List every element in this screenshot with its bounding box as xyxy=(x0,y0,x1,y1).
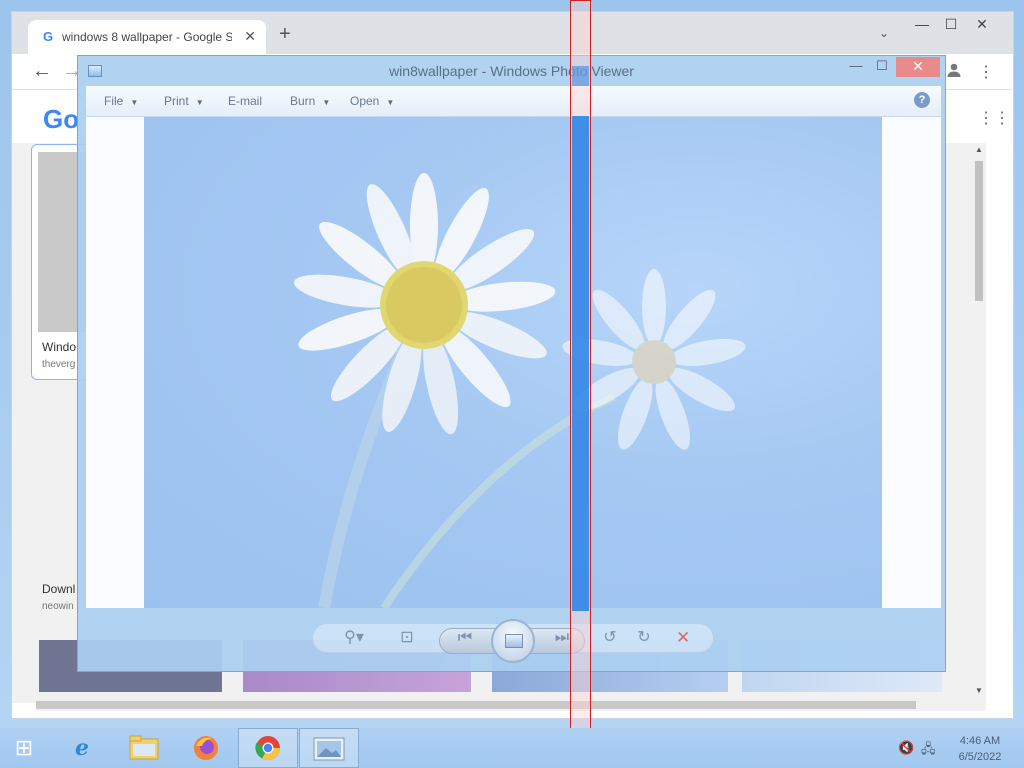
menu-label: Print xyxy=(164,94,189,108)
delete-icon[interactable]: ✕ xyxy=(676,628,690,648)
start-button[interactable]: ⊞ xyxy=(0,728,48,768)
folder-icon xyxy=(114,728,174,768)
volume-muted-icon[interactable]: 🔇 xyxy=(898,740,914,756)
highlight-segment xyxy=(572,66,589,86)
result-source: neowin xyxy=(42,601,74,612)
photo-viewer-icon xyxy=(300,729,358,768)
system-clock[interactable]: 4:46 AM 6/5/2022 xyxy=(950,733,1010,765)
tab-strip: G windows 8 wallpaper - Google S ✕ + ⌄ —… xyxy=(12,12,1013,54)
tab-title: windows 8 wallpaper - Google S xyxy=(62,30,232,44)
chrome-menu-icon[interactable]: ⋮ xyxy=(978,62,994,82)
chrome-icon xyxy=(239,729,297,768)
chevron-down-icon: ▼ xyxy=(322,98,331,107)
title-bar[interactable]: win8wallpaper - Windows Photo Viewer — ☐… xyxy=(78,56,945,86)
google-logo[interactable]: Go xyxy=(43,104,79,135)
menu-email[interactable]: E-mail xyxy=(228,94,262,108)
clock-date: 6/5/2022 xyxy=(958,751,1002,763)
zoom-icon[interactable]: ⚲▾ xyxy=(336,628,372,648)
tab-google-search[interactable]: G windows 8 wallpaper - Google S ✕ xyxy=(28,20,266,54)
network-icon[interactable]: 🖧 xyxy=(921,740,936,762)
menu-open[interactable]: Open ▼ xyxy=(350,94,394,108)
chevron-down-icon: ▼ xyxy=(195,98,204,107)
highlight-overlay xyxy=(570,0,591,731)
menu-label: E-mail xyxy=(228,94,263,108)
windows-logo-icon: ⊞ xyxy=(14,735,34,760)
clock-time: 4:46 AM xyxy=(959,735,1001,747)
menu-file[interactable]: File ▼ xyxy=(104,94,138,108)
menu-label: Open xyxy=(350,94,380,108)
back-icon[interactable]: ← xyxy=(32,60,52,83)
chevron-down-icon: ▼ xyxy=(386,98,395,107)
previous-icon[interactable]: ⏮ xyxy=(452,628,478,648)
taskbar-firefox[interactable] xyxy=(176,728,236,768)
menu-burn[interactable]: Burn ▼ xyxy=(290,94,330,108)
menu-print[interactable]: Print ▼ xyxy=(164,94,204,108)
new-tab-button[interactable]: + xyxy=(279,24,291,44)
close-button[interactable]: ✕ xyxy=(967,14,997,36)
maximize-button[interactable]: ☐ xyxy=(870,57,894,77)
vertical-scrollbar[interactable]: ▲ ▼ xyxy=(972,143,986,698)
scrollbar-thumb[interactable] xyxy=(36,701,916,709)
image-viewport xyxy=(86,117,941,608)
google-icon: G xyxy=(42,29,54,44)
account-icon[interactable] xyxy=(946,62,962,83)
scrollbar-thumb[interactable] xyxy=(975,161,983,301)
close-button[interactable]: ✕ xyxy=(896,57,940,77)
result-title[interactable]: Windo xyxy=(42,340,76,354)
scroll-down-icon[interactable]: ▼ xyxy=(975,686,983,695)
maximize-button[interactable]: ☐ xyxy=(936,14,966,36)
photo-viewer-window: win8wallpaper - Windows Photo Viewer — ☐… xyxy=(77,55,946,672)
result-source: theverg xyxy=(42,359,76,370)
chevron-down-icon: ▼ xyxy=(130,98,139,107)
help-icon[interactable]: ? xyxy=(914,92,930,108)
taskbar-internet-explorer[interactable]: e xyxy=(52,728,112,768)
minimize-button[interactable]: — xyxy=(844,57,868,77)
scroll-up-icon[interactable]: ▲ xyxy=(975,145,983,154)
viewer-control-bar: ⚲▾ ⊡ ⏮ ⏭ ↺ ↻ ✕ xyxy=(78,608,945,672)
taskbar-photo-viewer[interactable] xyxy=(299,728,359,768)
apps-grid-icon[interactable]: ⋮⋮ xyxy=(978,108,1010,128)
wallpaper-photo xyxy=(144,117,882,608)
internet-explorer-icon: e xyxy=(75,735,89,761)
menu-bar: File ▼ Print ▼ E-mail Burn ▼ Open ▼ ? xyxy=(86,86,941,117)
slideshow-icon xyxy=(505,634,523,648)
firefox-icon xyxy=(176,728,236,768)
horizontal-scrollbar[interactable] xyxy=(36,697,986,711)
menu-label: File xyxy=(104,94,124,108)
slideshow-button[interactable] xyxy=(491,619,535,663)
window-title: win8wallpaper - Windows Photo Viewer xyxy=(389,63,634,79)
result-title[interactable]: Downl xyxy=(42,582,75,596)
tab-search-icon[interactable]: ⌄ xyxy=(879,26,889,40)
minimize-button[interactable]: — xyxy=(907,14,937,36)
highlight-segment xyxy=(572,116,589,611)
rotate-counterclockwise-icon[interactable]: ↺ xyxy=(598,628,622,648)
menu-label: Burn xyxy=(290,94,316,108)
taskbar-chrome[interactable] xyxy=(238,728,298,768)
actual-size-icon[interactable]: ⊡ xyxy=(394,628,420,648)
taskbar: ⊞ e 🔇 🖧 4:46 AM 6/5/2022 xyxy=(0,728,1024,768)
taskbar-file-explorer[interactable] xyxy=(114,728,174,768)
tab-close-icon[interactable]: ✕ xyxy=(244,28,256,45)
rotate-clockwise-icon[interactable]: ↻ xyxy=(632,628,656,648)
